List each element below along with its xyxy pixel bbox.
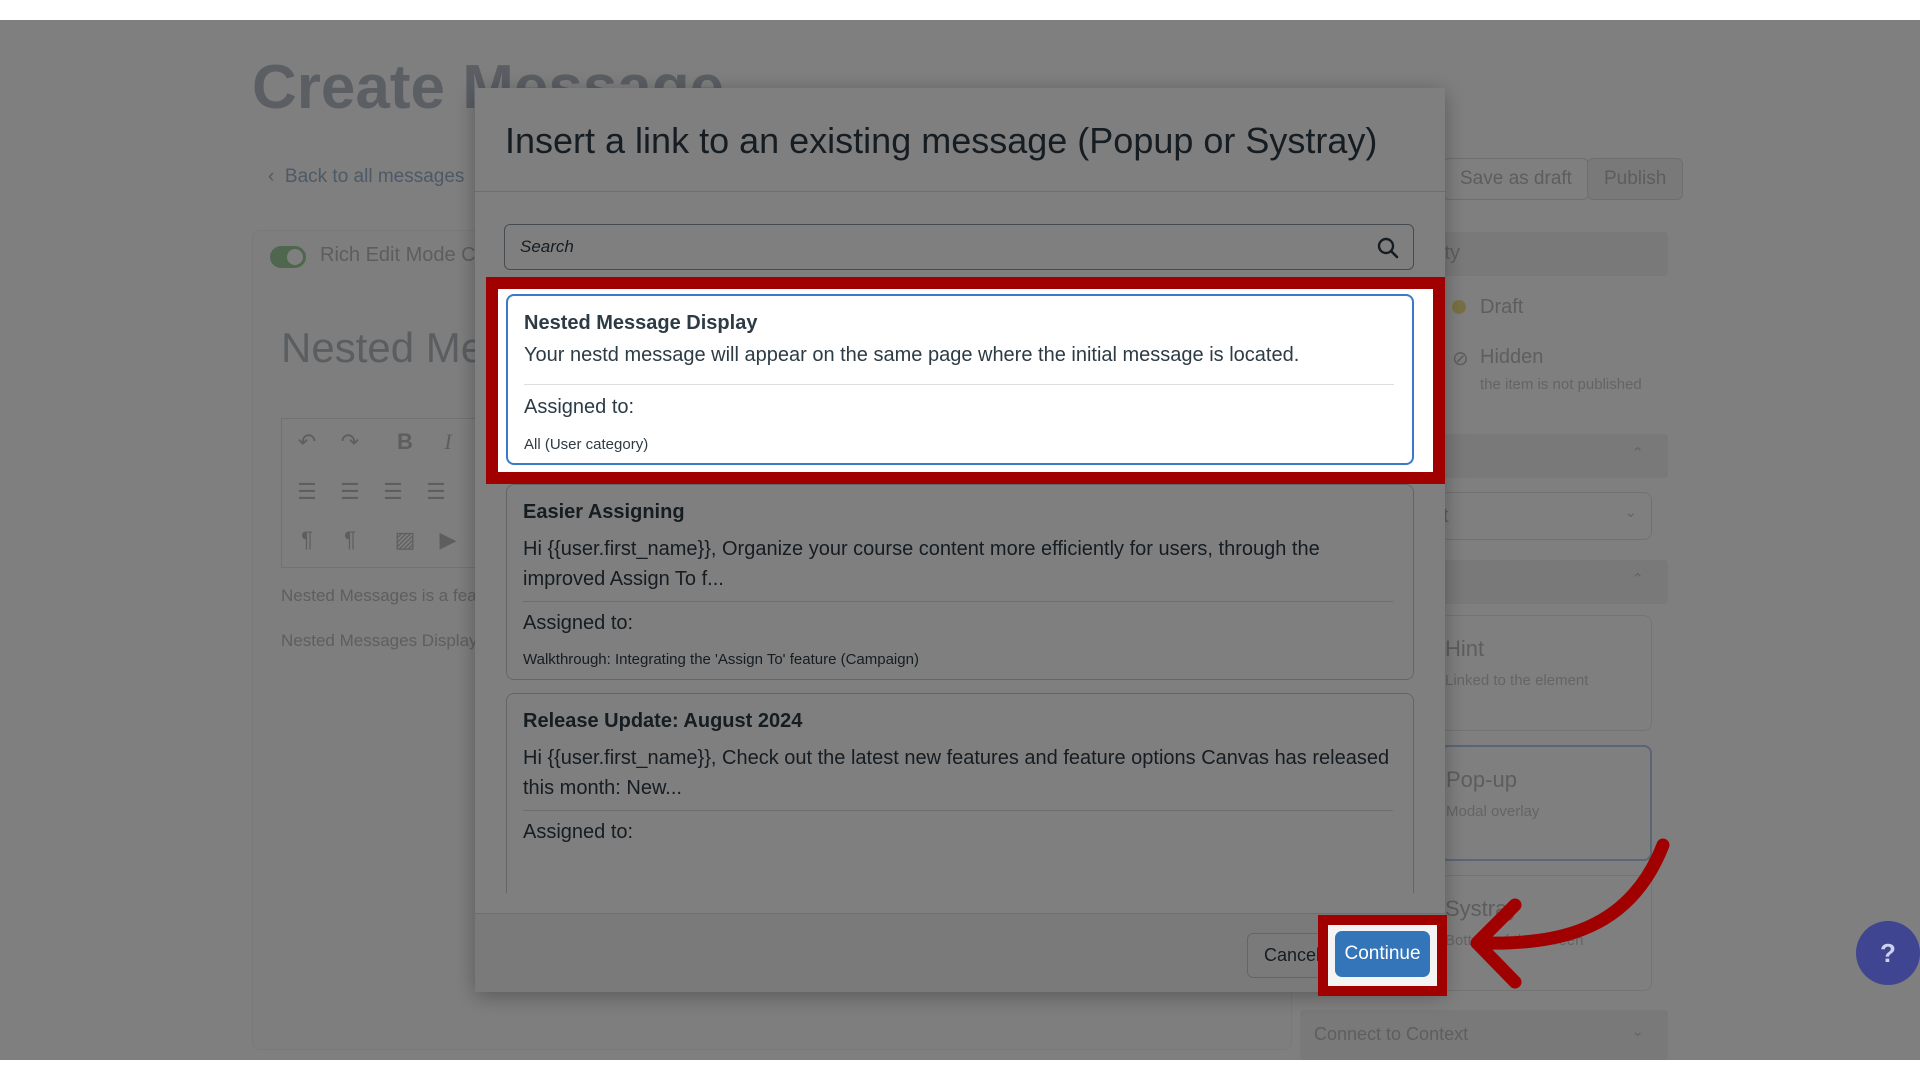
pointer-arrow-icon <box>1470 838 1670 989</box>
help-button[interactable]: ? <box>1856 921 1920 985</box>
help-icon: ? <box>1880 938 1896 968</box>
